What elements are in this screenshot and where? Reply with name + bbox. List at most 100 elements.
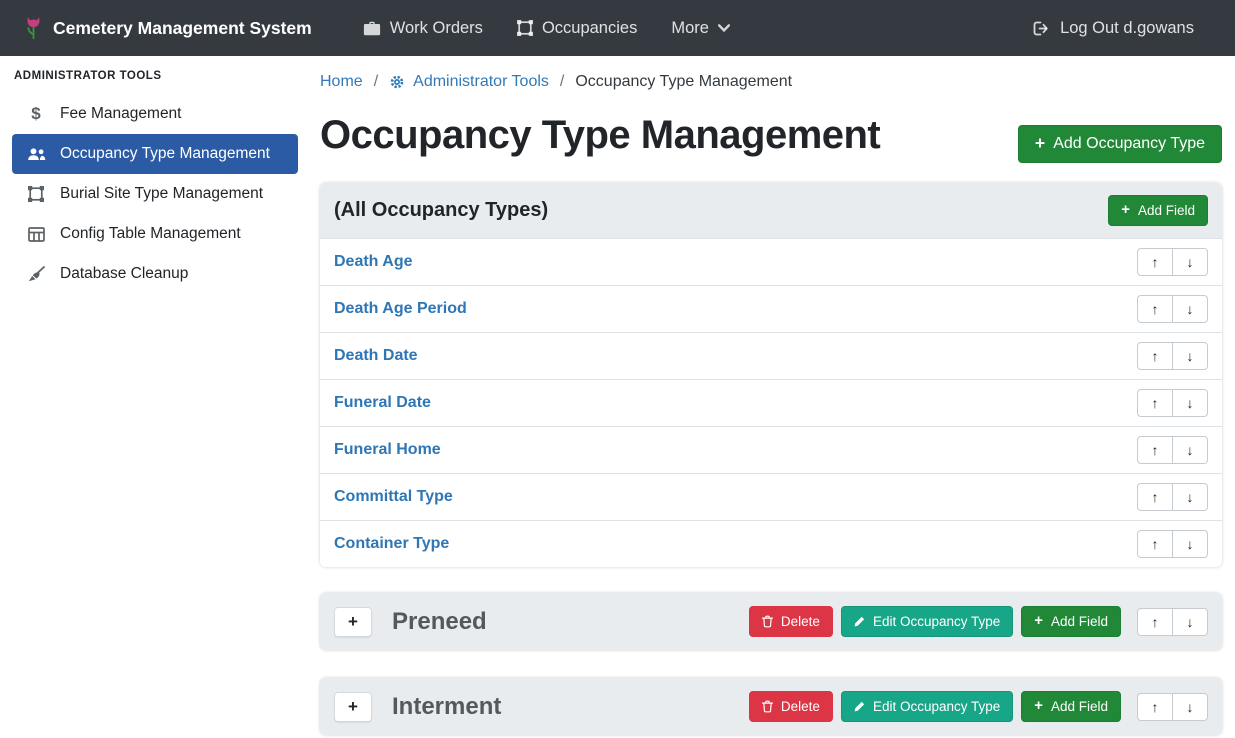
field-link-committal-type[interactable]: Committal Type (334, 488, 453, 506)
add-field-button[interactable]: + Add Field (1021, 606, 1121, 637)
move-up-button[interactable]: ↑ (1137, 483, 1173, 511)
sidebar-item-config-table-management[interactable]: Config Table Management (12, 214, 298, 254)
delete-button[interactable]: Delete (749, 691, 833, 722)
breadcrumb-separator: / (374, 73, 378, 91)
sidebar-item-label: Fee Management (60, 105, 182, 123)
page-title: Occupancy Type Management (320, 113, 880, 158)
reorder-button-group: ↑ ↓ (1137, 608, 1208, 636)
navbar-links: Work Orders Occupancies More (346, 0, 747, 56)
top-navbar: Cemetery Management System Work Orders (0, 0, 1235, 56)
breadcrumb-separator: / (560, 73, 564, 91)
nav-occupancies[interactable]: Occupancies (500, 0, 654, 56)
move-down-button[interactable]: ↓ (1172, 248, 1208, 276)
section-title: Interment (392, 693, 501, 721)
tulip-logo-icon (24, 15, 43, 41)
move-up-button[interactable]: ↑ (1137, 295, 1173, 323)
field-link-container-type[interactable]: Container Type (334, 535, 449, 553)
broom-icon (25, 266, 47, 282)
all-types-card-header: (All Occupancy Types) + Add Field (320, 183, 1222, 239)
nav-more[interactable]: More (654, 0, 747, 56)
move-up-button[interactable]: ↑ (1137, 693, 1173, 721)
reorder-button-group: ↑ ↓ (1137, 342, 1208, 370)
add-field-label: Add Field (1138, 203, 1195, 218)
table-icon (25, 227, 47, 242)
breadcrumb-current: Occupancy Type Management (575, 73, 792, 91)
field-link-funeral-home[interactable]: Funeral Home (334, 441, 441, 459)
field-row: Container Type ↑ ↓ (320, 520, 1222, 567)
pencil-icon (854, 701, 865, 712)
move-down-button[interactable]: ↓ (1172, 693, 1208, 721)
title-row: Occupancy Type Management + Add Occupanc… (320, 99, 1222, 183)
field-row: Funeral Date ↑ ↓ (320, 379, 1222, 426)
users-icon (25, 147, 47, 161)
nav-label: More (671, 19, 709, 38)
field-row: Death Age Period ↑ ↓ (320, 285, 1222, 332)
breadcrumb: Home / Administrator Tools / Occupancy T… (320, 56, 1222, 99)
edit-label: Edit Occupancy Type (873, 614, 1000, 629)
occupancy-type-section-interment: + Interment Delete (320, 678, 1222, 735)
add-field-button[interactable]: + Add Field (1108, 195, 1208, 226)
move-down-button[interactable]: ↓ (1172, 483, 1208, 511)
plus-icon: + (1035, 135, 1045, 153)
burial-site-icon (25, 186, 47, 202)
field-link-death-date[interactable]: Death Date (334, 347, 418, 365)
move-up-button[interactable]: ↑ (1137, 530, 1173, 558)
chevron-down-icon (718, 24, 730, 32)
nav-work-orders[interactable]: Work Orders (346, 0, 500, 56)
all-types-card-title: (All Occupancy Types) (334, 199, 548, 222)
edit-occupancy-type-button[interactable]: Edit Occupancy Type (841, 691, 1013, 722)
field-link-funeral-date[interactable]: Funeral Date (334, 394, 431, 412)
field-link-death-age-period[interactable]: Death Age Period (334, 300, 467, 318)
app-brand[interactable]: Cemetery Management System (24, 15, 312, 41)
field-row: Committal Type ↑ ↓ (320, 473, 1222, 520)
sidebar-heading: ADMINISTRATOR TOOLS (0, 68, 310, 94)
move-up-button[interactable]: ↑ (1137, 608, 1173, 636)
field-row: Death Age ↑ ↓ (320, 239, 1222, 285)
delete-label: Delete (781, 699, 820, 714)
sidebar: ADMINISTRATOR TOOLS $ Fee Management Occ… (0, 56, 310, 738)
expand-button[interactable]: + (334, 607, 372, 637)
breadcrumb-home-link[interactable]: Home (320, 73, 363, 91)
add-occupancy-type-label: Add Occupancy Type (1053, 135, 1205, 153)
logout-button[interactable]: Log Out d.gowans (1016, 0, 1211, 56)
move-down-button[interactable]: ↓ (1172, 295, 1208, 323)
reorder-button-group: ↑ ↓ (1137, 295, 1208, 323)
add-field-label: Add Field (1051, 614, 1108, 629)
navbar-right: Log Out d.gowans (1016, 0, 1211, 56)
field-row: Death Date ↑ ↓ (320, 332, 1222, 379)
move-down-button[interactable]: ↓ (1172, 342, 1208, 370)
trash-icon (762, 700, 773, 713)
field-row: Funeral Home ↑ ↓ (320, 426, 1222, 473)
occupancies-icon (517, 20, 533, 36)
move-down-button[interactable]: ↓ (1172, 389, 1208, 417)
field-link-death-age[interactable]: Death Age (334, 253, 413, 271)
pencil-icon (854, 616, 865, 627)
edit-label: Edit Occupancy Type (873, 699, 1000, 714)
sidebar-item-label: Burial Site Type Management (60, 185, 263, 203)
move-up-button[interactable]: ↑ (1137, 248, 1173, 276)
app-title: Cemetery Management System (53, 18, 312, 39)
move-down-button[interactable]: ↓ (1172, 530, 1208, 558)
delete-label: Delete (781, 614, 820, 629)
sidebar-item-label: Database Cleanup (60, 265, 188, 283)
move-down-button[interactable]: ↓ (1172, 436, 1208, 464)
add-occupancy-type-button[interactable]: + Add Occupancy Type (1018, 125, 1222, 163)
move-up-button[interactable]: ↑ (1137, 436, 1173, 464)
sidebar-item-burial-site-type-management[interactable]: Burial Site Type Management (12, 174, 298, 214)
expand-button[interactable]: + (334, 692, 372, 722)
section-title: Preneed (392, 608, 487, 636)
delete-button[interactable]: Delete (749, 606, 833, 637)
move-up-button[interactable]: ↑ (1137, 389, 1173, 417)
sidebar-item-occupancy-type-management[interactable]: Occupancy Type Management (12, 134, 298, 174)
move-up-button[interactable]: ↑ (1137, 342, 1173, 370)
edit-occupancy-type-button[interactable]: Edit Occupancy Type (841, 606, 1013, 637)
breadcrumb-admin-tools-link[interactable]: Administrator Tools (389, 73, 549, 91)
move-down-button[interactable]: ↓ (1172, 608, 1208, 636)
plus-icon: + (1034, 699, 1043, 714)
add-field-button[interactable]: + Add Field (1021, 691, 1121, 722)
plus-icon: + (1121, 203, 1130, 218)
reorder-button-group: ↑ ↓ (1137, 693, 1208, 721)
page-layout: ADMINISTRATOR TOOLS $ Fee Management Occ… (0, 56, 1235, 738)
sidebar-item-fee-management[interactable]: $ Fee Management (12, 94, 298, 134)
sidebar-item-database-cleanup[interactable]: Database Cleanup (12, 254, 298, 294)
